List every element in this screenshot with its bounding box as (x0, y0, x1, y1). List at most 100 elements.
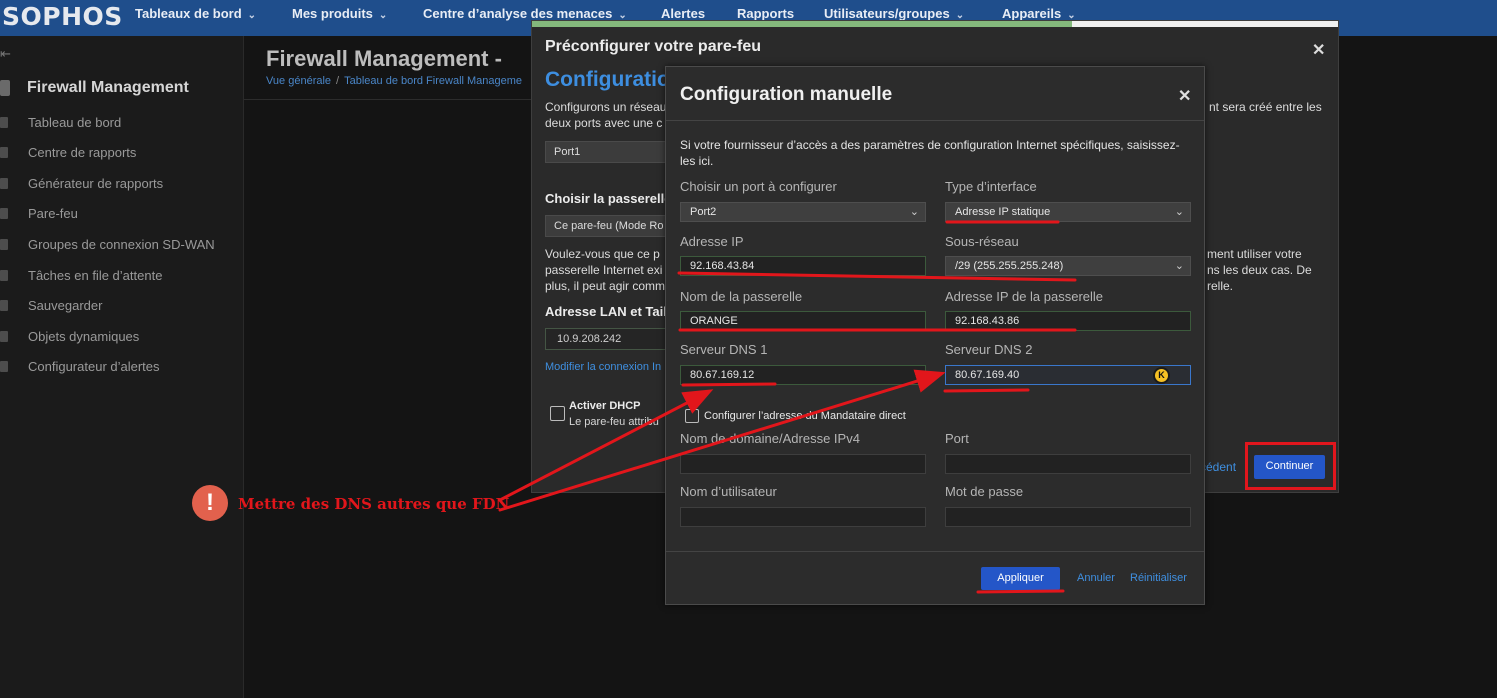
breadcrumb-vue-generale[interactable]: Vue générale (266, 75, 331, 87)
dhcp-label: Activer DHCP (569, 400, 641, 412)
question-text-line1: Voulez-vous que ce p (545, 247, 660, 261)
sidebar-item-sauvegarder[interactable]: Sauvegarder (0, 296, 240, 318)
sidebar-item-taches-en-file[interactable]: Tâches en file d’attente (0, 266, 240, 288)
sidebar-item-pare-feu[interactable]: Pare-feu (0, 204, 240, 226)
gateway-ip-input[interactable]: 92.168.43.86 (945, 311, 1191, 331)
gateway-heading: Choisir la passerelle (545, 191, 672, 206)
nav-rapports[interactable]: Rapports (737, 6, 794, 21)
breadcrumb-tableau-de-bord[interactable]: Tableau de bord Firewall Manageme (344, 75, 522, 87)
nav-alertes[interactable]: Alertes (661, 6, 705, 21)
sidebar-item-label: Sauvegarder (28, 298, 103, 313)
page-title: Firewall Management - (266, 46, 502, 71)
cloud-icon (0, 300, 8, 311)
subnet-label: Sous-réseau (945, 234, 1019, 249)
close-icon[interactable]: ✕ (1312, 40, 1325, 60)
flame-icon (0, 208, 8, 219)
breadcrumb: Vue générale / Tableau de bord Firewall Ma… (266, 75, 522, 87)
outer-modal-heading: Configuratio (545, 68, 670, 91)
warning-icon (0, 361, 8, 372)
firewall-management-icon (0, 80, 10, 96)
sidebar-item-label: Tâches en file d’attente (28, 268, 163, 283)
network-icon (0, 239, 8, 250)
dns1-input[interactable]: 80.67.169.12 (680, 365, 926, 385)
dns2-input[interactable]: 80.67.169.40 K (945, 365, 1191, 385)
password-manager-icon[interactable]: K (1153, 367, 1170, 384)
sidebar-item-label: Centre de rapports (28, 145, 137, 160)
intro-text-right: nt sera créé entre les (1209, 100, 1322, 114)
dhcp-sublabel: Le pare-feu attribu (569, 416, 659, 428)
question-text-right3: relle. (1207, 279, 1234, 293)
lan-address-input[interactable]: 10.9.208.242 (545, 328, 675, 350)
nav-utilisateurs-groupes[interactable]: Utilisateurs/groupes ⌄ (824, 6, 964, 21)
sidebar-item-centre-de-rapports[interactable]: Centre de rapports (0, 143, 240, 165)
chevron-down-icon: ⌄ (378, 10, 388, 21)
previous-link[interactable]: cédent (1200, 460, 1236, 474)
annotation-text: Mettre des DNS autres que FDN (238, 495, 510, 513)
breadcrumb-separator: / (336, 75, 340, 87)
dns2-label: Serveur DNS 2 (945, 342, 1033, 357)
sidebar-item-label: Pare-feu (28, 206, 78, 221)
port-label: Choisir un port à configurer (680, 179, 837, 194)
question-text-line3: plus, il peut agir comm (545, 279, 666, 293)
question-text-right2: ns les deux cas. De (1207, 263, 1312, 277)
port-select[interactable]: Port2 ⌄ (680, 202, 926, 222)
footer-divider (666, 551, 1204, 552)
grid-icon (0, 147, 8, 158)
question-text-right1: ment utiliser votre (1207, 247, 1302, 261)
nav-centre-analyse-menaces[interactable]: Centre d’analyse des menaces ⌄ (423, 6, 627, 21)
nav-tableaux-de-bord[interactable]: Tableaux de bord ⌄ (135, 6, 256, 21)
sidebar-item-label: Tableau de bord (28, 115, 122, 130)
page-divider (244, 99, 534, 100)
chevron-down-icon: ⌄ (909, 206, 919, 218)
inner-modal-title: Configuration manuelle (680, 84, 893, 105)
interface-type-select[interactable]: Adresse IP statique ⌄ (945, 202, 1191, 222)
domain-input[interactable] (680, 454, 926, 474)
ip-input[interactable]: 92.168.43.84 (680, 256, 926, 276)
gateway-name-input[interactable]: ORANGE (680, 311, 926, 331)
sidebar-item-label: Configurateur d’alertes (28, 359, 160, 374)
sidebar-item-label: Générateur de rapports (28, 176, 164, 191)
sidebar-item-generateur-de-rapports[interactable]: Générateur de rapports (0, 174, 240, 196)
proxy-checkbox[interactable] (685, 409, 699, 423)
proxy-checkbox-label: Configurer l’adresse du Mandataire direc… (704, 410, 906, 422)
sophos-logo[interactable]: SOPHOS (2, 2, 123, 31)
gateway-select[interactable]: Ce pare-feu (Mode Ro (545, 215, 675, 237)
inner-description: Si votre fournisseur d’accès a des param… (680, 138, 1180, 168)
interface-type-label: Type d’interface (945, 179, 1037, 194)
close-icon[interactable]: ✕ (1178, 86, 1191, 106)
wizard-progress-remaining (1072, 21, 1338, 27)
tag-icon (0, 331, 8, 342)
intro-text-line2: deux ports avec une c (545, 116, 663, 130)
clock-icon (0, 270, 8, 281)
username-label: Nom d’utilisateur (680, 484, 777, 499)
reset-link[interactable]: Réinitialiser (1130, 572, 1187, 584)
username-input[interactable] (680, 507, 926, 527)
left-sidebar: ⇤ Firewall Management Tableau de bord Ce… (0, 36, 244, 698)
ip-label: Adresse IP (680, 234, 744, 249)
sidebar-item-label: Groupes de connexion SD-WAN (28, 237, 215, 252)
sidebar-item-configurateur-alertes[interactable]: Configurateur d’alertes (0, 357, 240, 379)
outer-modal-title: Préconfigurer votre pare-feu (545, 38, 762, 55)
gateway-name-label: Nom de la passerelle (680, 289, 803, 304)
nav-appareils[interactable]: Appareils ⌄ (1002, 6, 1076, 21)
sidebar-item-tableau-de-bord[interactable]: Tableau de bord (0, 113, 240, 135)
wizard-progress-fill (532, 21, 1072, 27)
password-input[interactable] (945, 507, 1191, 527)
dhcp-checkbox[interactable] (550, 406, 565, 421)
proxy-port-input[interactable] (945, 454, 1191, 474)
manual-configuration-modal: Configuration manuelle ✕ Si votre fourni… (665, 66, 1205, 605)
collapse-sidebar-icon[interactable]: ⇤ (0, 46, 11, 62)
dns1-label: Serveur DNS 1 (680, 342, 768, 357)
continue-button[interactable]: Continuer (1254, 455, 1325, 479)
sidebar-item-objets-dynamiques[interactable]: Objets dynamiques (0, 327, 240, 349)
sidebar-item-groupes-sd-wan[interactable]: Groupes de connexion SD-WAN (0, 235, 240, 257)
modify-connection-link[interactable]: Modifier la connexion In (545, 361, 661, 373)
subnet-select[interactable]: /29 (255.255.255.248) ⌄ (945, 256, 1191, 276)
port-select[interactable]: Port1 (545, 141, 675, 163)
domain-label: Nom de domaine/Adresse IPv4 (680, 431, 860, 446)
nav-mes-produits[interactable]: Mes produits ⌄ (292, 6, 387, 21)
gateway-ip-label: Adresse IP de la passerelle (945, 289, 1104, 304)
apply-button[interactable]: Appliquer (981, 567, 1060, 590)
sidebar-item-label: Objets dynamiques (28, 329, 140, 344)
cancel-link[interactable]: Annuler (1077, 572, 1115, 584)
